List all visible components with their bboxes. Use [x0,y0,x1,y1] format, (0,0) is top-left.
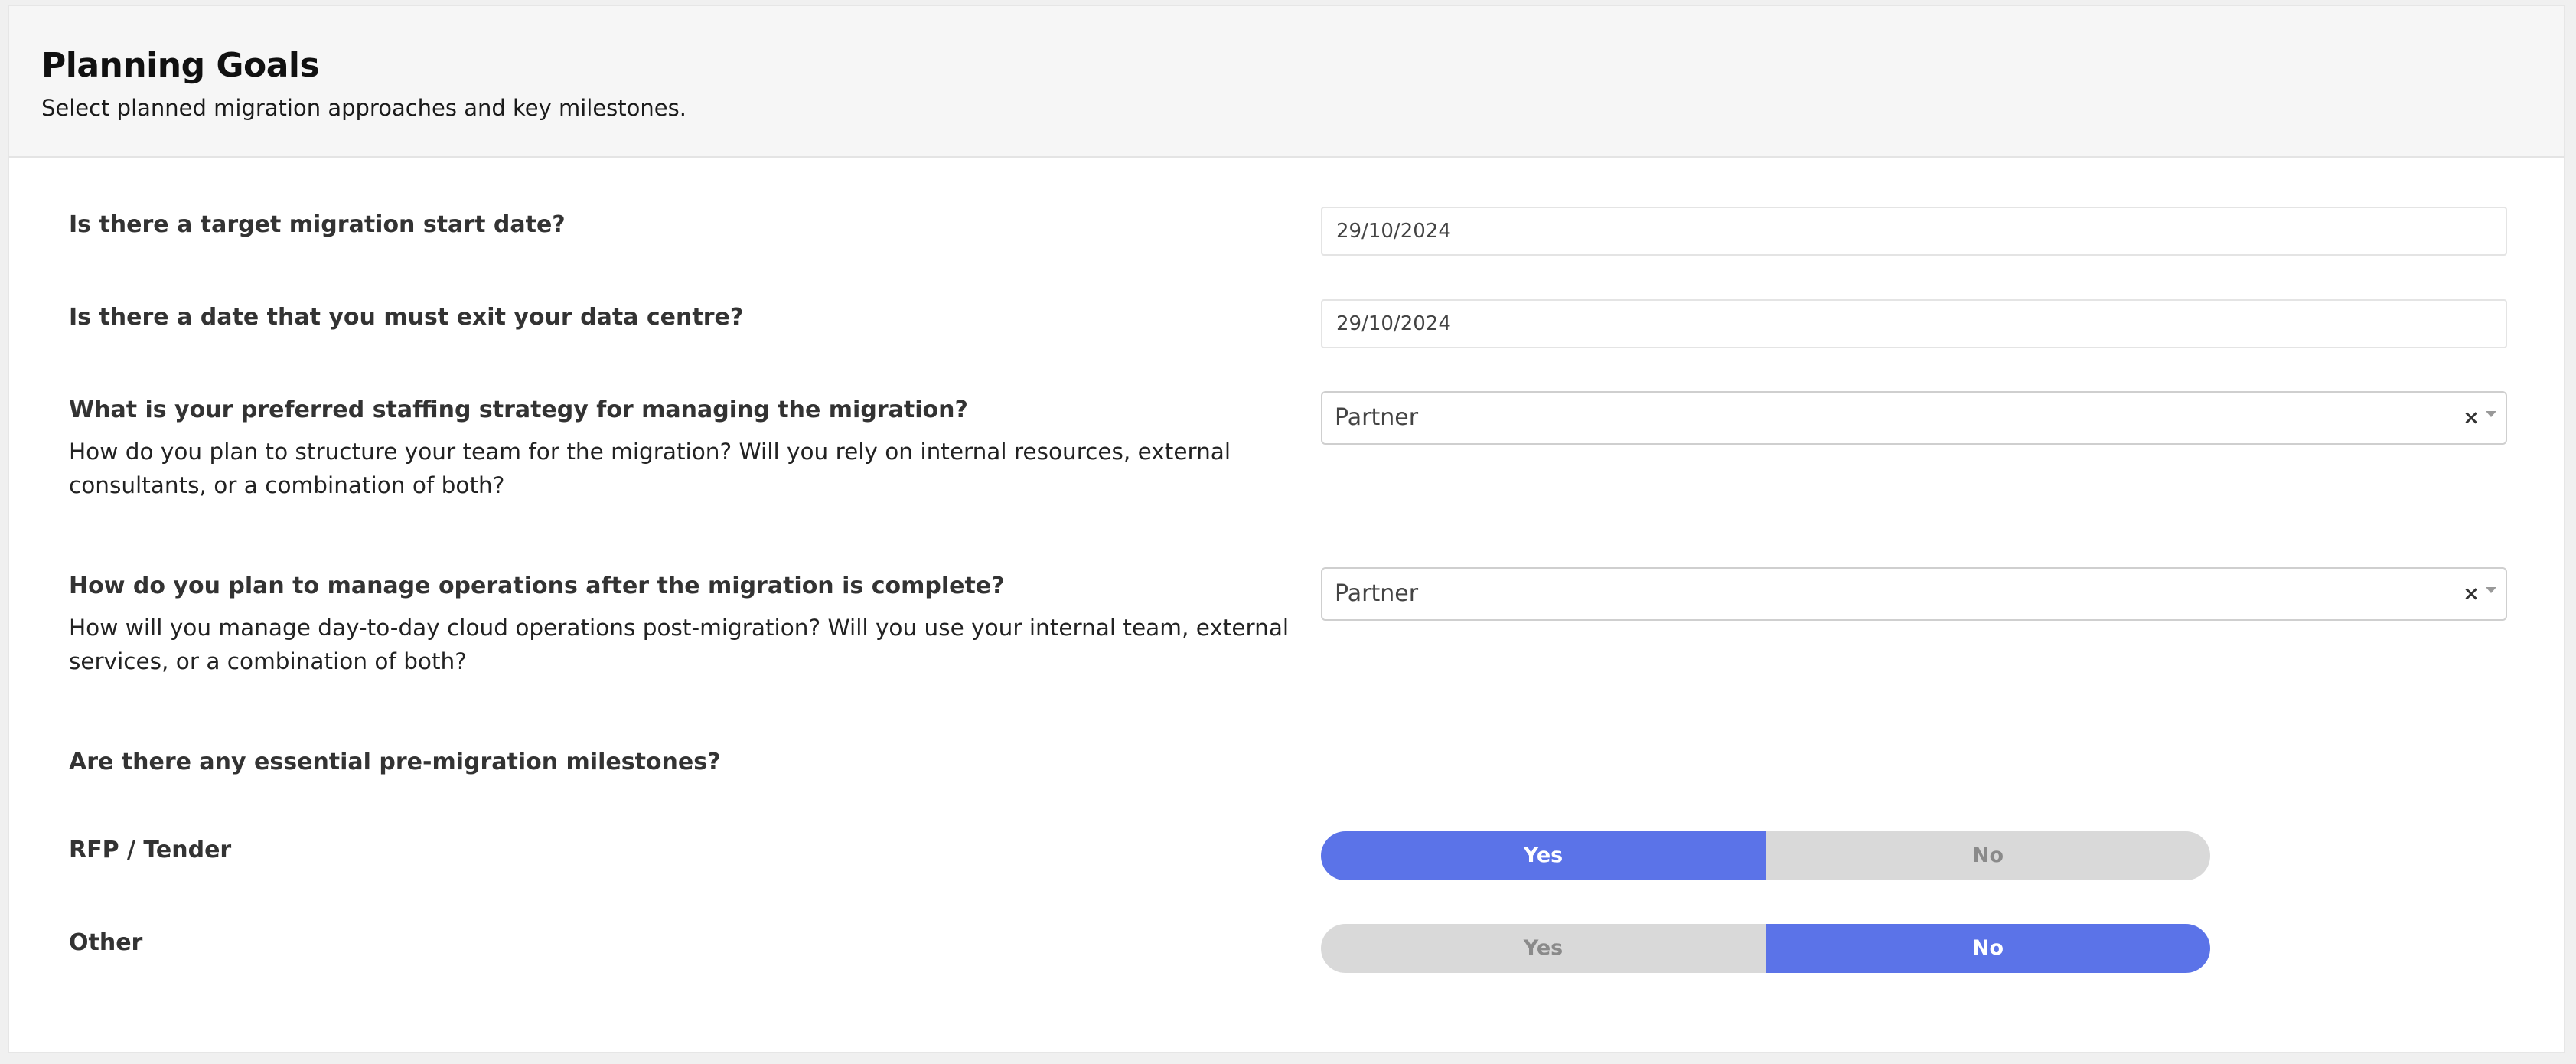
other-no-option[interactable]: No [1766,924,2210,973]
operations-value: Partner [1335,580,1419,607]
start-date-input[interactable]: 29/10/2024 [1321,207,2507,256]
exit-date-input[interactable]: 29/10/2024 [1321,299,2507,348]
operations-description: How will you manage day-to-day cloud ope… [69,615,1290,674]
chevron-down-icon[interactable] [2486,411,2496,417]
page-title: Planning Goals [41,46,320,85]
card-header: Planning Goals Select planned migration … [9,6,2564,158]
operations-select[interactable]: Partner × [1321,567,2507,621]
staffing-strategy-select[interactable]: Partner × [1321,391,2507,445]
staffing-strategy-description: How do you plan to structure your team f… [69,439,1231,498]
milestones-label: Are there any essential pre-migration mi… [69,749,721,775]
clear-icon[interactable]: × [2463,569,2480,619]
other-label: Other [69,929,143,956]
operations-label: How do you plan to manage operations aft… [69,573,1005,599]
start-date-label: Is there a target migration start date? [69,211,566,238]
rfp-tender-no-option[interactable]: No [1766,831,2210,880]
staffing-strategy-value: Partner [1335,404,1419,431]
staffing-strategy-label: What is your preferred staffing strategy… [69,397,968,423]
chevron-down-icon[interactable] [2486,587,2496,593]
planning-goals-card: Planning Goals Select planned migration … [8,5,2565,1053]
other-toggle[interactable]: Yes No [1321,924,2210,973]
clear-icon[interactable]: × [2463,393,2480,443]
other-yes-option[interactable]: Yes [1321,924,1766,973]
exit-date-label: Is there a date that you must exit your … [69,304,744,331]
rfp-tender-toggle[interactable]: Yes No [1321,831,2210,880]
page-subtitle: Select planned migration approaches and … [41,95,686,121]
rfp-tender-yes-option[interactable]: Yes [1321,831,1766,880]
rfp-tender-label: RFP / Tender [69,837,232,863]
